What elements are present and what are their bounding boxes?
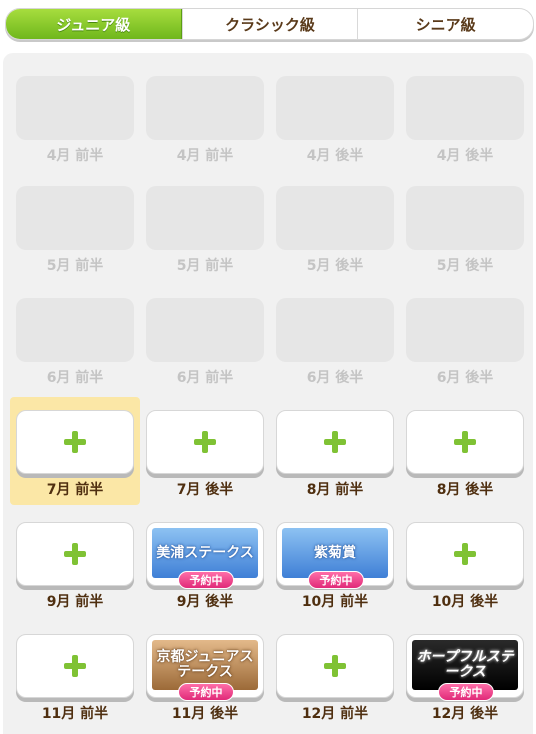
schedule-cell[interactable]: 7月 前半: [10, 397, 146, 510]
schedule-cell: 6月 後半: [276, 298, 406, 398]
schedule-cell: 5月 前半: [16, 186, 146, 286]
reserved-badge: 予約中: [178, 571, 234, 589]
slot-date-label: 7月 後半: [176, 482, 234, 498]
empty-slot: [16, 298, 134, 362]
grade-tabs: ジュニア級 クラシック級 シニア級: [5, 8, 534, 40]
slot-date-label: 10月 後半: [431, 594, 499, 610]
schedule-cell[interactable]: 8月 前半: [276, 410, 406, 510]
add-race-button[interactable]: [16, 634, 134, 698]
schedule-cell: 4月 後半: [276, 76, 406, 176]
slot-date-label: 5月 後半: [436, 258, 494, 274]
schedule-cell: 6月 後半: [406, 298, 536, 398]
schedule-cell: 5月 前半: [146, 186, 276, 286]
add-race-button[interactable]: [406, 522, 524, 586]
empty-slot: [16, 76, 134, 140]
schedule-cell[interactable]: ホープフルステークス 予約中 12月 後半: [406, 634, 536, 734]
schedule-cell[interactable]: 京都ジュニアステークス 予約中 11月 後半: [146, 634, 276, 734]
schedule-cell[interactable]: 12月 前半: [276, 634, 406, 734]
empty-slot: [406, 298, 524, 362]
slot-date-label: 7月 前半: [46, 482, 104, 498]
schedule-cell[interactable]: 紫菊賞 予約中 10月 前半: [276, 522, 406, 622]
schedule-cell: 6月 前半: [146, 298, 276, 398]
schedule-cell[interactable]: 10月 後半: [406, 522, 536, 622]
empty-slot: [146, 298, 264, 362]
add-race-button[interactable]: [276, 634, 394, 698]
schedule-cell[interactable]: 8月 後半: [406, 410, 536, 510]
slot-date-label: 9月 前半: [46, 594, 104, 610]
add-race-button[interactable]: [406, 410, 524, 474]
add-race-button[interactable]: [146, 410, 264, 474]
tab-junior[interactable]: ジュニア級: [6, 9, 182, 39]
schedule-cell[interactable]: 9月 前半: [16, 522, 146, 622]
tab-classic[interactable]: クラシック級: [181, 9, 358, 39]
race-slot[interactable]: 紫菊賞 予約中: [276, 522, 394, 589]
slot-date-label: 11月 後半: [171, 706, 239, 722]
empty-slot: [146, 186, 264, 250]
slot-date-label: 4月 後半: [436, 148, 494, 164]
slot-date-label: 4月 前半: [176, 148, 234, 164]
race-slot[interactable]: ホープフルステークス 予約中: [406, 634, 524, 701]
plus-icon: [64, 543, 86, 565]
schedule-cell: 4月 前半: [146, 76, 276, 176]
tab-senior[interactable]: シニア級: [357, 9, 533, 39]
schedule-cell: 4月 前半: [16, 76, 146, 176]
add-race-button[interactable]: [276, 410, 394, 474]
slot-date-label: 5月 後半: [306, 258, 364, 274]
slot-date-label: 5月 前半: [46, 258, 104, 274]
empty-slot: [276, 298, 394, 362]
slot-date-label: 4月 前半: [46, 148, 104, 164]
schedule-cell: 5月 後半: [406, 186, 536, 286]
add-race-button[interactable]: [16, 522, 134, 586]
plus-icon: [454, 543, 476, 565]
empty-slot: [16, 186, 134, 250]
race-slot[interactable]: 美浦ステークス 予約中: [146, 522, 264, 589]
empty-slot: [276, 76, 394, 140]
slot-date-label: 9月 後半: [176, 594, 234, 610]
reserved-badge: 予約中: [438, 683, 494, 701]
schedule-cell: 5月 後半: [276, 186, 406, 286]
plus-icon: [64, 655, 86, 677]
reserved-badge: 予約中: [308, 571, 364, 589]
add-race-button[interactable]: [16, 410, 134, 474]
empty-slot: [406, 76, 524, 140]
slot-date-label: 8月 前半: [306, 482, 364, 498]
slot-date-label: 10月 前半: [301, 594, 369, 610]
schedule-cell: 6月 前半: [16, 298, 146, 398]
slot-date-label: 5月 前半: [176, 258, 234, 274]
plus-icon: [454, 431, 476, 453]
slot-date-label: 12月 前半: [301, 706, 369, 722]
plus-icon: [324, 431, 346, 453]
plus-icon: [194, 431, 216, 453]
slot-date-label: 6月 前半: [46, 370, 104, 386]
plus-icon: [324, 655, 346, 677]
plus-icon: [64, 431, 86, 453]
schedule-cell: 4月 後半: [406, 76, 536, 176]
slot-date-label: 6月 後半: [436, 370, 494, 386]
slot-date-label: 11月 前半: [41, 706, 109, 722]
slot-date-label: 6月 後半: [306, 370, 364, 386]
empty-slot: [276, 186, 394, 250]
empty-slot: [146, 76, 264, 140]
schedule-cell[interactable]: 美浦ステークス 予約中 9月 後半: [146, 522, 276, 622]
empty-slot: [406, 186, 524, 250]
race-schedule-panel: 4月 前半 4月 前半 4月 後半 4月 後半 5月 前半 5月 前半 5月 後半 5月 後半…: [3, 53, 533, 734]
reserved-badge: 予約中: [178, 683, 234, 701]
slot-date-label: 4月 後半: [306, 148, 364, 164]
schedule-cell[interactable]: 7月 後半: [146, 410, 276, 510]
slot-date-label: 12月 後半: [431, 706, 499, 722]
slot-date-label: 8月 後半: [436, 482, 494, 498]
schedule-cell[interactable]: 11月 前半: [16, 634, 146, 734]
slot-date-label: 6月 前半: [176, 370, 234, 386]
race-slot[interactable]: 京都ジュニアステークス 予約中: [146, 634, 264, 701]
